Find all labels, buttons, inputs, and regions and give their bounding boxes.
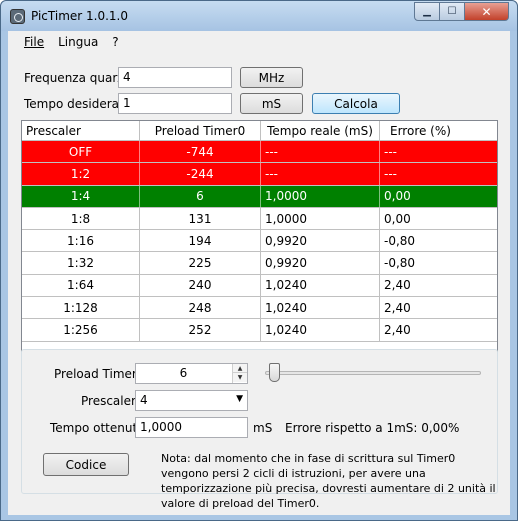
codice-button[interactable]: Codice: [43, 453, 129, 476]
cell-errore: ---: [384, 166, 397, 181]
table-row[interactable]: 1:4 6 1,0000 0,00: [22, 185, 497, 208]
cell-preload: 131: [140, 207, 261, 230]
header-errore[interactable]: Errore (%): [380, 121, 497, 140]
cell-preload: 252: [140, 319, 261, 341]
mhz-button[interactable]: MHz: [240, 67, 303, 88]
cell-preload: 240: [140, 274, 261, 297]
cell-errore: 0,00: [384, 211, 411, 226]
table-row[interactable]: 1:2 -244 --- ---: [22, 163, 497, 186]
table-row[interactable]: 1:64 240 1,0240 2,40: [22, 274, 497, 298]
dropdown-arrow-icon: ▼: [236, 394, 243, 404]
close-button[interactable]: ✕: [464, 2, 509, 21]
chevron-down-icon[interactable]: ▼: [233, 373, 247, 382]
cell-errore: 2,40: [384, 300, 411, 315]
cell-tempo: 0,9920: [261, 230, 380, 252]
close-icon: ✕: [481, 4, 492, 19]
errore-text: Errore rispetto a 1mS: 0,00%: [285, 421, 460, 435]
preload-slider-track[interactable]: [265, 371, 481, 375]
prescaler-value: 4: [140, 393, 148, 407]
cell-prescaler: 1:128: [22, 297, 140, 319]
results-grid[interactable]: Prescaler Preload Timer0 Tempo reale (mS…: [21, 120, 498, 370]
stopwatch-icon[interactable]: [10, 9, 25, 24]
table-row[interactable]: 1:16 194 0,9920 -0,80: [22, 230, 497, 253]
prescaler-select[interactable]: 4 ▼: [135, 390, 248, 411]
table-row[interactable]: 1:128 248 1,0240 2,40: [22, 297, 497, 320]
time-input[interactable]: 1: [118, 93, 232, 114]
header-tempo[interactable]: Tempo reale (mS): [261, 121, 380, 140]
cell-tempo: 1,0000: [261, 185, 380, 207]
menu-lingua[interactable]: Lingua: [51, 35, 105, 49]
preload-slider-thumb[interactable]: [269, 363, 281, 382]
maximize-icon: ☐: [447, 6, 457, 17]
stepper-buttons: ▲ ▼: [232, 364, 247, 383]
cell-prescaler: 1:8: [22, 207, 140, 230]
cell-preload: -744: [140, 141, 261, 163]
cell-tempo: 1,0240: [261, 274, 380, 297]
header-prescaler[interactable]: Prescaler: [22, 121, 140, 140]
time-label: Tempo desiderato: [24, 97, 132, 111]
cell-prescaler: 1:4: [22, 185, 140, 207]
client-area: File Lingua ? Frequenza quarzo 4 MHz Tem…: [8, 31, 510, 515]
table-row[interactable]: 1:32 225 0,9920 -0,80: [22, 252, 497, 275]
table-row[interactable]: 1:8 131 1,0000 0,00: [22, 207, 497, 231]
cell-errore: -0,80: [384, 233, 416, 248]
cell-preload: -244: [140, 163, 261, 185]
freq-input[interactable]: 4: [118, 67, 232, 88]
cell-errore: ---: [384, 144, 397, 159]
preload-label: Preload Timer0: [54, 367, 145, 381]
freq-label: Frequenza quarzo: [24, 71, 131, 85]
cell-tempo: ---: [261, 163, 380, 185]
header-preload[interactable]: Preload Timer0: [140, 121, 261, 140]
maximize-button[interactable]: ☐: [439, 2, 465, 21]
cell-errore: 0,00: [384, 189, 411, 204]
cell-errore: -0,80: [384, 256, 416, 271]
cell-prescaler: 1:32: [22, 252, 140, 274]
grid-header-row: Prescaler Preload Timer0 Tempo reale (mS…: [22, 121, 497, 141]
cell-tempo: ---: [261, 141, 380, 163]
tempo-ottenuto-label: Tempo ottenuto: [50, 421, 145, 435]
cell-prescaler: OFF: [22, 141, 140, 163]
tempo-unit: mS: [253, 421, 273, 435]
menu-help[interactable]: ?: [105, 35, 125, 49]
grid-body: OFF -744 --- --- 1:2 -244 --- --- 1:4 6 1,0000 0,00…: [22, 141, 497, 342]
cell-preload: 225: [140, 252, 261, 274]
prescaler-label: Prescaler: [81, 394, 136, 408]
calcola-button[interactable]: Calcola: [312, 93, 400, 114]
preload-stepper[interactable]: 6 ▲ ▼: [135, 363, 248, 384]
ms-button[interactable]: mS: [240, 93, 303, 114]
cell-tempo: 0,9920: [261, 252, 380, 274]
app-window: PicTimer 1.0.1.0 ▁ ☐ ✕ File Lingua ? Fre…: [0, 0, 518, 521]
cell-errore: 2,40: [384, 323, 411, 338]
minimize-button[interactable]: ▁: [414, 2, 440, 21]
cell-preload: 248: [140, 297, 261, 319]
table-row[interactable]: OFF -744 --- ---: [22, 141, 497, 164]
menu-bar: File Lingua ?: [8, 31, 510, 53]
cell-tempo: 1,0000: [261, 207, 380, 230]
cell-prescaler: 1:64: [22, 274, 140, 297]
cell-preload: 6: [140, 185, 261, 207]
title-bar[interactable]: PicTimer 1.0.1.0 ▁ ☐ ✕: [1, 1, 517, 31]
window-title: PicTimer 1.0.1.0: [31, 9, 129, 23]
cell-errore: 2,40: [384, 278, 411, 293]
cell-tempo: 1,0240: [261, 319, 380, 341]
cell-prescaler: 1:256: [22, 319, 140, 341]
cell-preload: 194: [140, 230, 261, 252]
cell-prescaler: 1:2: [22, 163, 140, 185]
tempo-ottenuto-field[interactable]: 1,0000: [135, 417, 248, 438]
table-row[interactable]: 1:256 252 1,0240 2,40: [22, 319, 497, 342]
cell-tempo: 1,0240: [261, 297, 380, 319]
minimize-icon: ▁: [423, 6, 431, 17]
menu-file[interactable]: File: [17, 35, 51, 49]
preload-value: 6: [179, 366, 188, 380]
note-text: Nota: dal momento che in fase di scrittu…: [161, 452, 496, 510]
cell-prescaler: 1:16: [22, 230, 140, 252]
chevron-up-icon[interactable]: ▲: [233, 364, 247, 373]
